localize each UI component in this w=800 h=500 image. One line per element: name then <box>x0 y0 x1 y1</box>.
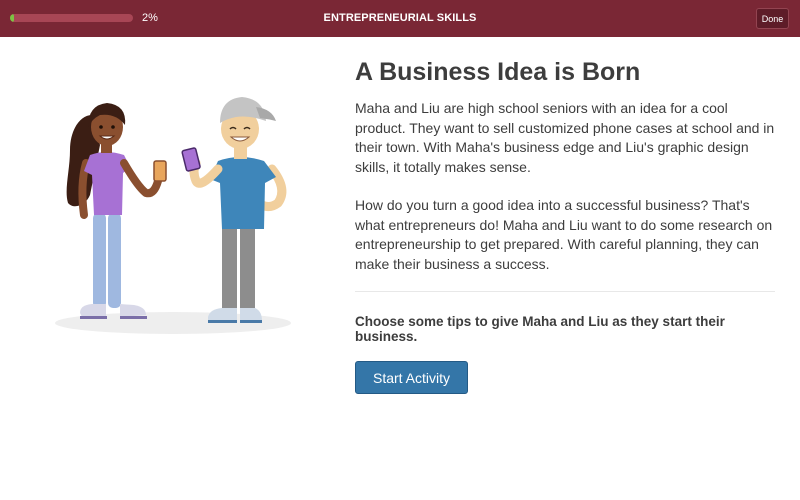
maha-and-liu-illustration <box>55 97 291 334</box>
progress-bar <box>10 14 133 22</box>
done-button[interactable]: Done <box>756 8 789 29</box>
intro-paragraph-2: How do you turn a good idea into a succe… <box>355 197 773 272</box>
progress-percent: 2% <box>142 12 158 24</box>
start-activity-button[interactable]: Start Activity <box>355 361 468 394</box>
activity-intro: A Business Idea is Born Maha and Liu are… <box>355 58 775 394</box>
intro-paragraph-1: Maha and Liu are high school seniors wit… <box>355 100 775 175</box>
divider <box>355 291 775 292</box>
progress-bar-fill <box>10 14 14 22</box>
top-bar: 2% ENTREPRENEURIAL SKILLS Done <box>0 0 800 37</box>
characters-illustration <box>50 85 300 340</box>
course-title: ENTREPRENEURIAL SKILLS <box>323 12 477 24</box>
activity-prompt: Choose some tips to give Maha and Liu as… <box>355 314 725 344</box>
page-title: A Business Idea is Born <box>355 58 641 86</box>
